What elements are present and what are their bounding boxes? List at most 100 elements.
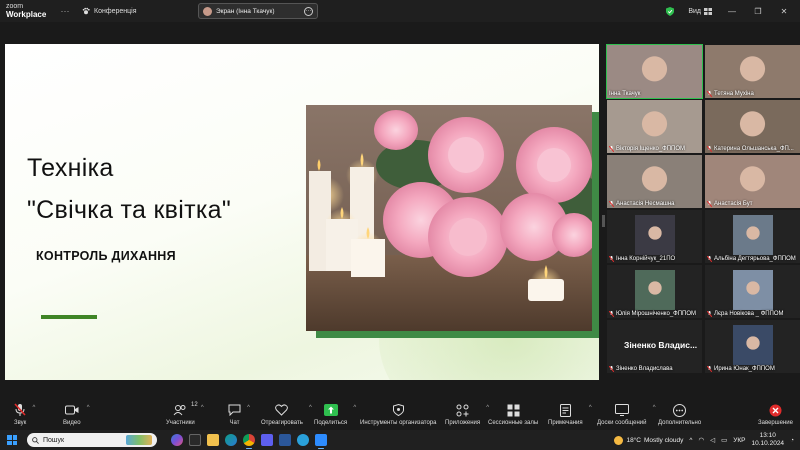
language-indicator[interactable]: УКР xyxy=(733,437,745,444)
encryption-shield-icon[interactable] xyxy=(666,6,675,16)
slide-title-line1: Техніка xyxy=(27,154,114,182)
minimize-button[interactable]: — xyxy=(726,7,738,16)
edge-browser-icon[interactable] xyxy=(225,434,237,446)
close-button[interactable]: ✕ xyxy=(778,7,790,16)
participant-tile[interactable]: Ирина Юнак_ФППОМ xyxy=(705,320,800,373)
participant-video xyxy=(635,215,675,255)
participants-options-chevron-icon[interactable]: ^ xyxy=(201,405,204,411)
conference-tab[interactable]: Конференція xyxy=(82,7,137,15)
notes-options-chevron-icon[interactable]: ^ xyxy=(589,405,592,411)
participant-name-text: Інна Корнійчук_21ПО xyxy=(616,256,676,262)
share-options-chevron-icon[interactable]: ^ xyxy=(353,405,356,411)
screen-share-indicator[interactable]: Экран (Інна Ткачук) ··· xyxy=(198,3,318,19)
muted-mic-icon xyxy=(707,311,712,317)
telegram-icon[interactable] xyxy=(297,434,309,446)
presentation-slide: Техніка "Свічка та квітка" КОНТРОЛЬ ДИХА… xyxy=(5,44,599,380)
system-clock[interactable]: 13:10 10.10.2024 xyxy=(752,432,785,448)
participant-name: Зіненко Владислава xyxy=(609,366,673,372)
participant-name-text: Вікторія Іщенко_ФППОМ xyxy=(616,146,686,152)
participants-button[interactable]: 12 Участники ^ xyxy=(166,402,204,426)
participant-tile[interactable]: Юлія Мірошніченко_ФППОМ xyxy=(607,265,702,318)
volume-icon[interactable]: ◁ xyxy=(710,436,715,444)
participant-tile[interactable]: Анастасія Бут xyxy=(705,155,800,208)
notifications-bell-icon[interactable]: ◔ xyxy=(790,437,794,444)
muted-mic-icon xyxy=(609,256,614,262)
more-menu-icon[interactable]: ··· xyxy=(60,6,70,16)
participant-tile[interactable]: Альбіна Дегтярьова_ФППОМ xyxy=(705,210,800,263)
clock-date: 10.10.2024 xyxy=(751,440,785,447)
participants-icon xyxy=(173,405,186,416)
video-label: Видео xyxy=(63,420,81,426)
participant-tile[interactable]: Зіненко Владис... Зіненко Владислава xyxy=(607,320,702,373)
participant-name-text: Лєра Новікова _ ФППОМ xyxy=(714,311,784,317)
muted-mic-icon xyxy=(609,146,614,152)
more-button[interactable]: Дополнительно xyxy=(658,403,701,426)
zoom-app-icon[interactable] xyxy=(315,434,327,449)
react-button[interactable]: Отреагировать ^ xyxy=(261,403,312,426)
participant-initial-name: Зіненко Владис... xyxy=(624,340,698,350)
participant-tile[interactable]: Інна Ткачук xyxy=(606,44,703,99)
notes-button[interactable]: Примечания ^ xyxy=(548,403,592,426)
muted-mic-icon xyxy=(707,366,712,372)
whiteboard-icon xyxy=(614,404,629,416)
clock-time: 13:10 xyxy=(759,432,776,439)
word-icon[interactable] xyxy=(279,434,291,446)
weather-temp: 18°C xyxy=(626,436,641,444)
task-view-icon[interactable] xyxy=(189,434,201,446)
participant-tile[interactable]: Тетяна Мухіна xyxy=(705,45,800,98)
muted-mic-icon xyxy=(609,311,614,317)
participant-name: Анастасія Бут xyxy=(707,201,752,207)
participant-tile[interactable]: Катерина Ольшанська_ФП... xyxy=(705,100,800,153)
participant-tile[interactable]: Вікторія Іщенко_ФППОМ xyxy=(607,100,702,153)
more-dots-icon xyxy=(673,403,687,417)
host-tools-button[interactable]: Инструменты организатора xyxy=(360,403,436,426)
heart-icon xyxy=(275,404,289,416)
participant-name-text: Анастасія Бут xyxy=(714,201,753,207)
video-options-chevron-icon[interactable]: ^ xyxy=(87,405,90,411)
windows-start-icon[interactable] xyxy=(7,435,17,445)
audio-button[interactable]: Звук ^ xyxy=(14,403,35,426)
chat-options-chevron-icon[interactable]: ^ xyxy=(247,405,250,411)
whiteboard-button[interactable]: Доски сообщений ^ xyxy=(597,403,656,426)
file-explorer-icon[interactable] xyxy=(207,434,219,446)
windows-taskbar: Пошук 18°C Mostly cloudy ^ ◠ ◁ ▭ УКР 13:… xyxy=(0,430,800,450)
participants-count: 12 xyxy=(190,402,198,408)
audio-label: Звук xyxy=(14,420,27,426)
participant-tile[interactable]: Інна Корнійчук_21ПО xyxy=(607,210,702,263)
muted-mic-icon xyxy=(707,256,712,262)
teams-icon[interactable] xyxy=(261,434,273,446)
wifi-icon[interactable]: ◠ xyxy=(698,436,704,444)
muted-mic-icon xyxy=(609,366,614,372)
muted-mic-icon xyxy=(609,201,614,207)
copilot-icon[interactable] xyxy=(171,434,183,446)
share-options-icon[interactable]: ··· xyxy=(304,6,313,16)
chat-button[interactable]: Чат ^ xyxy=(228,403,250,426)
react-options-chevron-icon[interactable]: ^ xyxy=(309,405,312,411)
participant-tile[interactable]: Лєра Новікова _ ФППОМ xyxy=(705,265,800,318)
participant-tile[interactable]: Анастасія Несмашна xyxy=(607,155,702,208)
tray-overflow-chevron-icon[interactable]: ^ xyxy=(689,437,692,444)
video-button[interactable]: Видео ^ xyxy=(63,403,90,426)
audio-options-chevron-icon[interactable]: ^ xyxy=(32,405,35,411)
title-bar: zoom Workplace ··· Конференція Экран (Ін… xyxy=(0,0,800,22)
participant-name-text: Тетяна Мухіна xyxy=(714,91,754,97)
react-label: Отреагировать xyxy=(261,420,303,426)
battery-icon[interactable]: ▭ xyxy=(721,436,727,444)
view-menu[interactable]: Вид xyxy=(688,7,712,15)
end-label: Завершение xyxy=(758,420,793,426)
weather-widget[interactable]: 18°C Mostly cloudy xyxy=(614,435,683,445)
end-meeting-button[interactable]: Завершение xyxy=(758,403,793,426)
chrome-browser-icon[interactable] xyxy=(243,434,255,449)
participant-name: Юлія Мірошніченко_ФППОМ xyxy=(609,311,696,317)
share-screen-button[interactable]: Поделиться ^ xyxy=(314,403,356,426)
breakout-rooms-button[interactable]: Сессионные залы xyxy=(488,403,538,426)
participant-name: Анастасія Несмашна xyxy=(609,201,675,207)
maximize-button[interactable]: ❐ xyxy=(752,7,764,16)
participant-name-text: Зіненко Владислава xyxy=(616,366,673,372)
participants-gallery: Інна Ткачук Тетяна Мухіна Вікторія Іщенко_… xyxy=(602,44,800,380)
microphone-muted-icon xyxy=(14,403,26,416)
whiteboard-options-chevron-icon[interactable]: ^ xyxy=(653,405,656,411)
taskbar-search[interactable]: Пошук xyxy=(27,433,157,447)
gallery-resize-handle[interactable] xyxy=(602,215,605,227)
apps-button[interactable]: Приложения ^ xyxy=(445,403,489,426)
